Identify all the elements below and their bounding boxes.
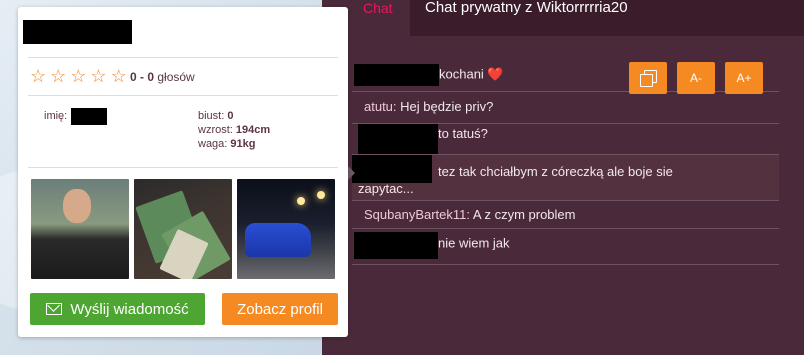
name-label: imię:	[44, 110, 68, 122]
photo-gallery	[31, 179, 335, 279]
message-nick[interactable]: atutu:	[364, 99, 397, 114]
font-decrease-button[interactable]: A-	[677, 62, 715, 94]
star-icon[interactable]: ☆	[90, 67, 106, 85]
star-icon[interactable]: ☆	[111, 67, 127, 85]
profile-photo[interactable]	[237, 179, 335, 279]
send-message-label: Wyślij wiadomość	[70, 300, 189, 318]
send-message-button[interactable]: Wyślij wiadomość	[30, 293, 205, 325]
chat-message: atutu: Hej będzie priv?	[352, 92, 779, 124]
profile-photo[interactable]	[31, 179, 129, 279]
rating-value: 0 - 0	[130, 70, 155, 84]
redacted-nick	[358, 124, 438, 154]
chat-panel: Chat Chat prywatny z Wiktorrrrria20 koch…	[322, 0, 804, 355]
rating-suffix: głosów	[154, 70, 195, 84]
tab-private-chat[interactable]: Chat prywatny z Wiktorrrrria20	[410, 0, 804, 36]
profile-photo[interactable]	[134, 179, 232, 279]
weight-value: 91kg	[230, 138, 256, 150]
chat-message: SqubanyBartek11: A z czym problem	[352, 201, 779, 229]
message-text: nie wiem jak	[438, 235, 510, 251]
redacted-nick	[354, 232, 438, 259]
rating-stars[interactable]: ☆ ☆ ☆ ☆ ☆	[30, 67, 127, 85]
message-nick[interactable]: SqubanyBartek11:	[364, 207, 470, 222]
chat-tools: A- A+	[629, 62, 763, 94]
redacted-name	[71, 108, 107, 125]
copy-icon	[640, 70, 657, 87]
rating-summary: 0 - 0 głosów	[130, 70, 195, 84]
view-profile-button[interactable]: Zobacz profil	[222, 293, 338, 325]
redacted-username	[23, 20, 132, 44]
envelope-icon	[46, 303, 63, 315]
message-text: to tatuś?	[438, 126, 488, 142]
bust-value: 0	[227, 110, 234, 122]
bust-field: biust: 0	[198, 110, 234, 122]
chat-message: to tatuś?	[352, 124, 779, 155]
message-text: tez tak chciałbym z córeczką ale boje si…	[358, 164, 673, 196]
message-text: Hej będzie priv?	[396, 99, 494, 114]
star-icon[interactable]: ☆	[70, 67, 86, 85]
star-icon[interactable]: ☆	[50, 67, 66, 85]
weight-field: waga: 91kg	[198, 138, 256, 150]
height-value: 194cm	[235, 124, 271, 136]
star-icon[interactable]: ☆	[30, 67, 46, 85]
message-text: kochani ❤️	[439, 66, 504, 82]
chat-message: nie wiem jak	[352, 229, 779, 265]
message-text: A z czym problem	[470, 207, 576, 222]
panel-pointer	[348, 166, 355, 180]
divider	[28, 57, 338, 58]
divider	[28, 95, 338, 96]
font-increase-button[interactable]: A+	[725, 62, 763, 94]
redacted-nick	[354, 64, 439, 86]
chat-message: tez tak chciałbym z córeczką ale boje si…	[352, 155, 779, 201]
divider	[28, 167, 338, 168]
chat-tabs: Chat Chat prywatny z Wiktorrrrria20	[322, 0, 804, 36]
profile-card: ☆ ☆ ☆ ☆ ☆ 0 - 0 głosów imię: biust: 0 wz…	[18, 7, 348, 337]
copy-button[interactable]	[629, 62, 667, 94]
height-field: wzrost: 194cm	[198, 124, 271, 136]
